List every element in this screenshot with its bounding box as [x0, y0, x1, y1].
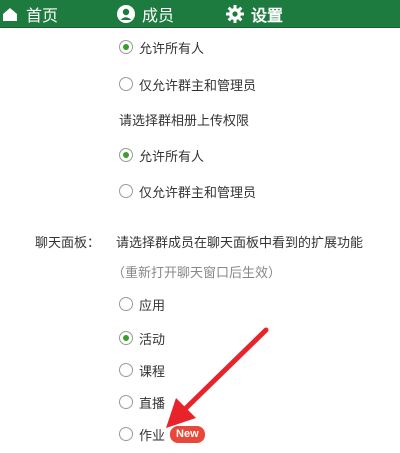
chat-option-apps-label: 应用 [139, 298, 166, 314]
chat-panel-prompt: 请选择群成员在聊天面板中看到的扩展功能 [116, 236, 364, 251]
chat-option-course[interactable]: 课程 [119, 360, 165, 380]
nav-tab-home[interactable]: 首页 [0, 0, 58, 28]
chat-option-apps[interactable]: 应用 [119, 294, 165, 314]
album-option-all-label: 允许所有人 [139, 149, 205, 165]
chat-option-activity[interactable]: 活动 [119, 328, 165, 348]
gear-icon [225, 4, 245, 24]
radio-button[interactable] [119, 331, 133, 345]
radio-button[interactable] [119, 427, 133, 441]
chat-option-live-label: 直播 [139, 396, 166, 412]
new-badge: New [170, 425, 205, 443]
top-nav-bar: 首页 成员 设置 [0, 0, 400, 28]
home-icon [0, 4, 20, 24]
chat-panel-label: 聊天面板： [35, 236, 101, 251]
annotation-arrow-icon [166, 327, 269, 428]
nav-tab-members[interactable]: 成员 [116, 0, 174, 28]
radio-button[interactable] [119, 395, 133, 409]
radio-button[interactable] [119, 148, 133, 162]
radio-button[interactable] [119, 297, 133, 311]
album-option-admins-label: 仅允许群主和管理员 [139, 185, 257, 201]
chat-option-homework[interactable]: 作业 New [119, 424, 205, 444]
share-option-all-label: 允许所有人 [139, 41, 205, 57]
nav-tab-settings[interactable]: 设置 [225, 0, 283, 28]
album-permission-prompt: 请选择群相册上传权限 [119, 114, 250, 129]
chat-option-homework-label: 作业 [139, 428, 166, 444]
radio-button[interactable] [119, 77, 133, 91]
nav-home-label: 首页 [26, 6, 59, 25]
nav-settings-label: 设置 [251, 6, 284, 25]
nav-members-label: 成员 [142, 6, 175, 25]
album-option-admins[interactable]: 仅允许群主和管理员 [119, 181, 256, 201]
chat-option-course-label: 课程 [139, 364, 166, 380]
radio-button[interactable] [119, 363, 133, 377]
radio-button[interactable] [119, 184, 133, 198]
chat-option-live[interactable]: 直播 [119, 392, 165, 412]
chat-panel-hint: （重新打开聊天窗口后生效） [112, 266, 282, 281]
radio-button[interactable] [119, 40, 133, 54]
chat-option-activity-label: 活动 [139, 332, 166, 348]
share-option-admins-label: 仅允许群主和管理员 [139, 78, 257, 94]
share-option-all[interactable]: 允许所有人 [119, 37, 204, 57]
album-option-all[interactable]: 允许所有人 [119, 145, 204, 165]
user-icon [116, 4, 136, 24]
share-option-admins[interactable]: 仅允许群主和管理员 [119, 74, 256, 94]
